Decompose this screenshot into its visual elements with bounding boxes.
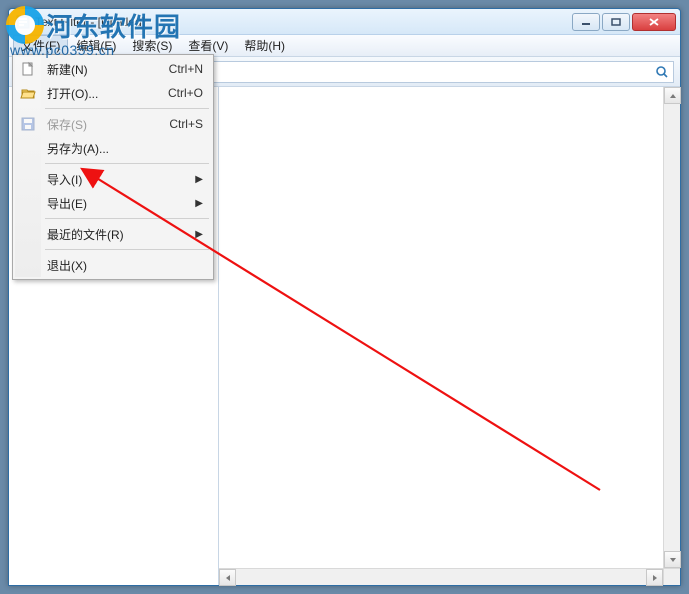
- menu-item-new[interactable]: 新建(N) Ctrl+N: [15, 57, 211, 81]
- menu-separator: [45, 108, 209, 109]
- menu-edit-label: 编辑(E): [76, 39, 116, 53]
- menu-help[interactable]: 帮助(H): [236, 35, 293, 56]
- scroll-track-h[interactable]: [236, 569, 646, 585]
- menu-file-label: 文件(F): [21, 39, 60, 53]
- menu-help-label: 帮助(H): [244, 39, 285, 53]
- chevron-down-icon: [669, 556, 677, 564]
- menu-item-open-label: 打开(O)...: [47, 85, 98, 102]
- chevron-left-icon: [224, 574, 232, 582]
- menu-search-label: 搜索(S): [132, 39, 172, 53]
- menu-item-save-shortcut: Ctrl+S: [169, 117, 203, 131]
- menu-item-export[interactable]: 导出(E) ▶: [15, 191, 211, 215]
- menu-item-export-label: 导出(E): [47, 195, 87, 212]
- chevron-up-icon: [669, 92, 677, 100]
- scroll-left-button[interactable]: [219, 569, 236, 586]
- submenu-arrow-icon: ▶: [195, 229, 203, 240]
- menu-item-import[interactable]: 导入(I) ▶: [15, 167, 211, 191]
- menu-view-label: 查看(V): [188, 39, 228, 53]
- menu-item-new-label: 新建(N): [47, 61, 88, 78]
- scroll-down-button[interactable]: [664, 551, 681, 568]
- vertical-scrollbar[interactable]: [663, 87, 680, 568]
- menu-item-save: 保存(S) Ctrl+S: [15, 112, 211, 136]
- minimize-button[interactable]: [572, 13, 600, 31]
- submenu-arrow-icon: ▶: [195, 198, 203, 209]
- menu-separator: [45, 249, 209, 250]
- menu-item-import-label: 导入(I): [47, 171, 82, 188]
- menu-separator: [45, 163, 209, 164]
- menu-item-new-shortcut: Ctrl+N: [169, 62, 203, 76]
- chevron-right-icon: [651, 574, 659, 582]
- right-pane: [219, 87, 680, 585]
- title-bar[interactable]: Text Filter - [Untitled]: [9, 9, 680, 35]
- menu-separator: [45, 218, 209, 219]
- scroll-track[interactable]: [664, 104, 680, 551]
- app-icon: [15, 14, 31, 30]
- save-icon: [20, 116, 36, 132]
- scroll-right-button[interactable]: [646, 569, 663, 586]
- menu-item-save-label: 保存(S): [47, 116, 87, 133]
- menu-view[interactable]: 查看(V): [180, 35, 236, 56]
- file-menu-dropdown: 新建(N) Ctrl+N 打开(O)... Ctrl+O 保存(S) Ctrl+…: [12, 54, 214, 280]
- menu-item-exit-label: 退出(X): [47, 257, 87, 274]
- menu-item-open[interactable]: 打开(O)... Ctrl+O: [15, 81, 211, 105]
- menu-item-recent-label: 最近的文件(R): [47, 226, 124, 243]
- menu-item-open-shortcut: Ctrl+O: [168, 86, 203, 100]
- open-folder-icon: [20, 85, 36, 101]
- menu-item-recent[interactable]: 最近的文件(R) ▶: [15, 222, 211, 246]
- maximize-button[interactable]: [602, 13, 630, 31]
- search-icon: [655, 65, 669, 79]
- new-file-icon: [20, 61, 36, 77]
- menu-item-save-as[interactable]: 另存为(A)...: [15, 136, 211, 160]
- scroll-up-button[interactable]: [664, 87, 681, 104]
- minimize-icon: [581, 18, 591, 26]
- maximize-icon: [611, 18, 621, 26]
- scroll-corner: [663, 568, 680, 585]
- horizontal-scrollbar[interactable]: [219, 568, 663, 585]
- window-title: Text Filter - [Untitled]: [35, 15, 145, 29]
- close-button[interactable]: [632, 13, 676, 31]
- menu-file[interactable]: 文件(F): [13, 35, 68, 56]
- submenu-arrow-icon: ▶: [195, 174, 203, 185]
- menu-edit[interactable]: 编辑(E): [68, 35, 124, 56]
- close-icon: [648, 17, 660, 27]
- menu-item-exit[interactable]: 退出(X): [15, 253, 211, 277]
- menu-search[interactable]: 搜索(S): [124, 35, 180, 56]
- menu-item-save-as-label: 另存为(A)...: [47, 140, 109, 157]
